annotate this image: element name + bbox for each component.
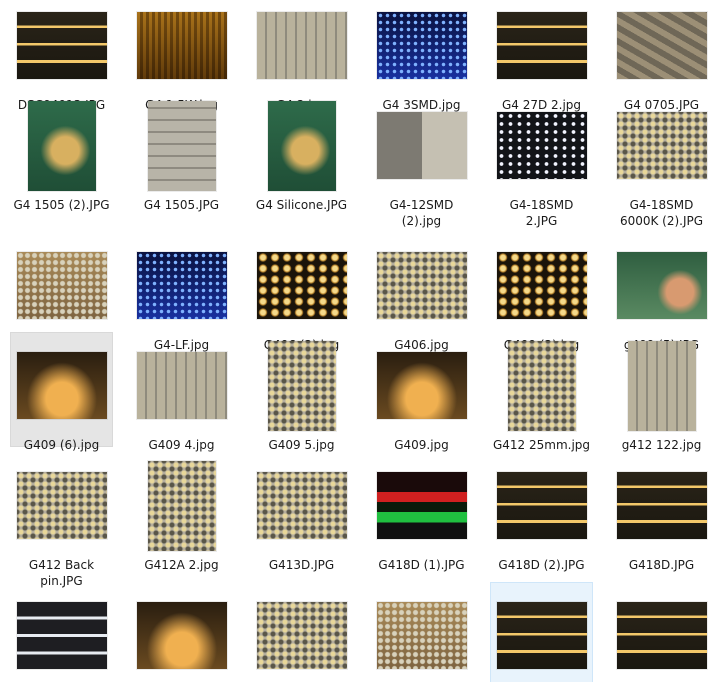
image-thumbnail	[496, 112, 587, 179]
file-item[interactable]: g427d.JPG	[370, 582, 473, 682]
file-item[interactable]: G4-27SMD.jpg	[10, 232, 113, 352]
thumbnail-glow	[496, 602, 587, 669]
file-item[interactable]: G4 1505 (2).JPG	[10, 92, 113, 212]
file-name-label: G413D.JPG	[268, 558, 335, 572]
file-name-label: G418D (1).JPG	[378, 558, 465, 572]
file-name-label: G409.jpg	[394, 438, 449, 452]
file-item[interactable]: G4-LF.jpg	[130, 232, 233, 352]
thumbnail-glow	[496, 12, 587, 79]
thumbnail-glow	[616, 602, 707, 669]
image-thumbnail	[616, 602, 707, 669]
file-item[interactable]: G4018.jpg	[490, 582, 593, 682]
file-item[interactable]: G412 25mm.jpg	[490, 332, 593, 452]
file-name-label: g412 122.jpg	[621, 438, 702, 452]
image-thumbnail	[256, 12, 347, 79]
file-item[interactable]: G418D (1).JPG	[370, 452, 473, 572]
image-thumbnail	[256, 252, 347, 319]
image-thumbnail	[616, 252, 707, 319]
file-name-label: G4-18SMD 6000K (2).JPG	[619, 198, 704, 228]
file-name-label: G409 5.jpg	[268, 438, 335, 452]
file-name-label: G412 25mm.jpg	[492, 438, 591, 452]
image-thumbnail	[136, 602, 227, 669]
image-thumbnail	[616, 472, 707, 539]
file-item[interactable]: G409 (2).jpg	[490, 232, 593, 352]
file-name-label: G4 1505 (2).JPG	[13, 198, 110, 212]
image-thumbnail	[507, 341, 576, 431]
file-item[interactable]: G412A 2.jpg	[130, 452, 233, 572]
file-item[interactable]: G4 1505.JPG	[130, 92, 233, 212]
file-item[interactable]: G4 3SMD.jpg	[370, 0, 473, 112]
image-thumbnail	[256, 472, 347, 539]
file-name-label: G409 4.jpg	[148, 438, 215, 452]
file-item[interactable]: G427D (5).JPG	[250, 582, 353, 682]
file-item[interactable]: G4 0705.JPG	[610, 0, 713, 112]
file-name-label: G4 Silicone.JPG	[255, 198, 348, 212]
image-thumbnail	[496, 252, 587, 319]
file-item[interactable]: G4 2.jpg	[250, 0, 353, 112]
file-item[interactable]: G409 (6).jpg	[10, 332, 113, 452]
thumbnail-glow	[616, 472, 707, 539]
file-item[interactable]: G409.jpg	[370, 332, 473, 452]
file-name-label: G418D (2).JPG	[498, 558, 585, 572]
file-name-label: G418D.JPG	[628, 558, 695, 572]
file-item[interactable]: DSC04013.JPG	[10, 0, 113, 112]
image-thumbnail	[136, 352, 227, 419]
file-item[interactable]: G4-12SMD (2).jpg	[370, 92, 473, 228]
image-thumbnail	[267, 341, 336, 431]
file-name-label: G4-12SMD (2).jpg	[389, 198, 454, 228]
file-item[interactable]: G424.JPG	[10, 582, 113, 682]
thumbnail-glow	[16, 12, 107, 79]
image-thumbnail	[627, 341, 696, 431]
file-item[interactable]: g412 122.jpg	[610, 332, 713, 452]
image-thumbnail	[376, 112, 467, 179]
image-thumbnail	[27, 101, 96, 191]
file-item[interactable]: G413D.JPG	[250, 452, 353, 572]
file-item[interactable]: Side pin.JPG	[610, 582, 713, 682]
file-name-label: G412A 2.jpg	[144, 558, 219, 572]
file-item[interactable]: G406 (2).jpg	[250, 232, 353, 352]
image-thumbnail	[16, 12, 107, 79]
image-thumbnail	[147, 101, 216, 191]
file-item[interactable]: G406.jpg	[370, 232, 473, 352]
file-item[interactable]: G4-18SMD 6000K (2).JPG	[610, 92, 713, 228]
image-thumbnail	[616, 12, 707, 79]
image-thumbnail	[16, 252, 107, 319]
file-name-label: G4 1505.JPG	[143, 198, 220, 212]
file-item[interactable]: G412 Back pin.JPG	[10, 452, 113, 588]
image-thumbnail	[376, 12, 467, 79]
image-thumbnail	[496, 12, 587, 79]
image-thumbnail	[147, 461, 216, 551]
file-name-label: G4-18SMD 2.JPG	[509, 198, 574, 228]
image-thumbnail	[376, 602, 467, 669]
file-item[interactable]: g409 (5).JPG	[610, 232, 713, 352]
image-thumbnail	[496, 602, 587, 669]
image-thumbnail	[16, 602, 107, 669]
folder-thumbnail-grid: DSC04013.JPGG4 1.5W.jpgG4 2.jpgG4 3SMD.j…	[0, 0, 721, 682]
file-item[interactable]: G4 1.5W.jpg	[130, 0, 233, 112]
file-name-label: G409 (6).jpg	[23, 438, 100, 452]
image-thumbnail	[136, 252, 227, 319]
image-thumbnail	[16, 472, 107, 539]
file-item[interactable]: G409 5.jpg	[250, 332, 353, 452]
image-thumbnail	[376, 472, 467, 539]
file-item[interactable]: g427d (3).JPG	[130, 582, 233, 682]
image-thumbnail	[376, 352, 467, 419]
image-thumbnail	[616, 112, 707, 179]
file-item[interactable]: G418D.JPG	[610, 452, 713, 572]
image-thumbnail	[376, 252, 467, 319]
image-thumbnail	[16, 352, 107, 419]
file-item[interactable]: G4 Silicone.JPG	[250, 92, 353, 212]
file-item[interactable]: G4-18SMD 2.JPG	[490, 92, 593, 228]
image-thumbnail	[136, 12, 227, 79]
image-thumbnail	[267, 101, 336, 191]
file-item[interactable]: G409 4.jpg	[130, 332, 233, 452]
file-item[interactable]: G418D (2).JPG	[490, 452, 593, 572]
thumbnail-glow	[496, 472, 587, 539]
file-item[interactable]: G4 27D 2.jpg	[490, 0, 593, 112]
image-thumbnail	[496, 472, 587, 539]
image-thumbnail	[256, 602, 347, 669]
